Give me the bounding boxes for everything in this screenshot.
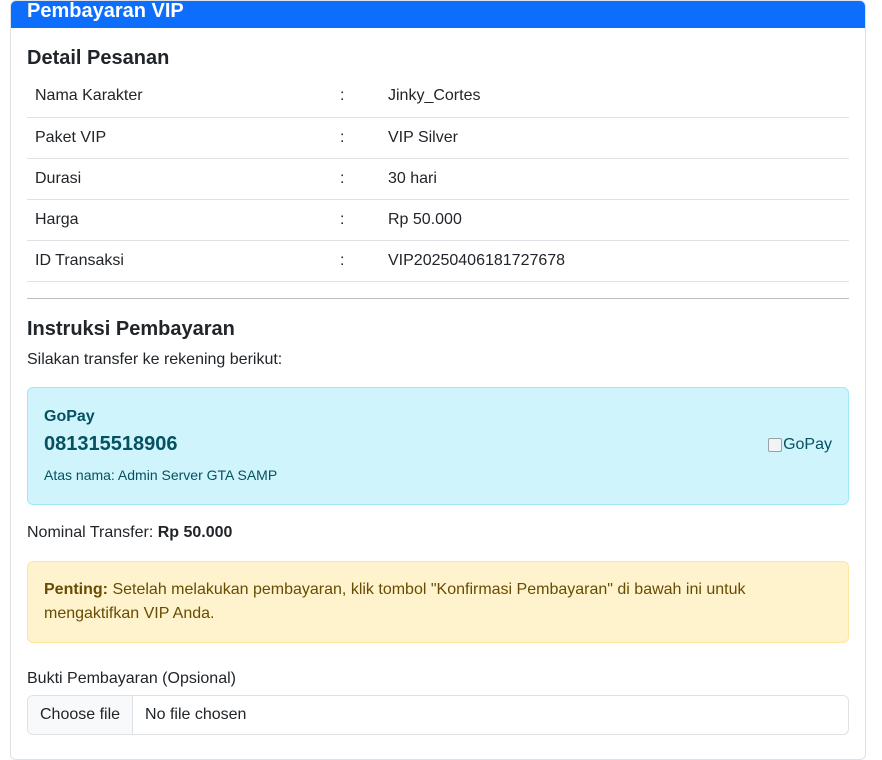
row-separator: : (332, 117, 380, 159)
payment-method-name: GoPay (44, 407, 95, 425)
table-row: Nama Karakter : Jinky_Cortes (27, 76, 849, 118)
row-label: Durasi (27, 158, 332, 200)
table-row: Durasi : 30 hari (27, 158, 849, 200)
table-row: Harga : Rp 50.000 (27, 199, 849, 241)
nominal-label: Nominal Transfer: (27, 523, 154, 541)
notice-strong: Penting: (44, 580, 108, 598)
payment-account-number: 081315518906 (44, 432, 178, 455)
row-value: VIP20250406181727678 (380, 240, 849, 282)
instructions-text: Silakan transfer ke rekening berikut: (27, 350, 283, 368)
row-label: Nama Karakter (27, 76, 332, 118)
order-detail-table: Nama Karakter : Jinky_Cortes Paket VIP :… (27, 76, 849, 282)
gopay-logo-alt: GoPay (783, 435, 832, 453)
payment-proof-file-input[interactable]: Choose file No file chosen (27, 694, 849, 735)
row-label: Harga (27, 199, 332, 241)
row-label: Paket VIP (27, 117, 332, 159)
row-separator: : (332, 199, 380, 241)
row-value: Jinky_Cortes (380, 76, 849, 118)
payment-card: Pembayaran VIP Detail Pesanan Nama Karak… (10, 0, 866, 760)
row-value: VIP Silver (380, 117, 849, 159)
row-label: ID Transaksi (27, 240, 332, 282)
upload-label: Bukti Pembayaran (Opsional) (27, 669, 236, 687)
nominal-transfer: Nominal Transfer: Rp 50.000 (27, 524, 849, 542)
card-body: Detail Pesanan Nama Karakter : Jinky_Cor… (11, 46, 865, 735)
table-row: ID Transaksi : VIP20250406181727678 (27, 240, 849, 282)
row-value: Rp 50.000 (380, 199, 849, 241)
payment-account-holder: Atas nama: Admin Server GTA SAMP (44, 466, 278, 483)
notice-text: Setelah melakukan pembayaran, klik tombo… (44, 580, 746, 622)
order-detail-heading: Detail Pesanan (27, 47, 170, 69)
gopay-logo: GoPay (768, 436, 832, 454)
divider (27, 297, 849, 299)
nominal-value: Rp 50.000 (157, 523, 233, 541)
broken-image-icon (768, 437, 783, 452)
instructions-heading: Instruksi Pembayaran (27, 317, 235, 340)
row-value: 30 hari (380, 158, 849, 200)
file-status: No file chosen (145, 705, 247, 723)
row-separator: : (332, 158, 380, 200)
choose-file-button[interactable]: Choose file (28, 695, 134, 734)
payment-method-box: GoPay 081315518906 Atas nama: Admin Serv… (27, 386, 849, 505)
page-title: Pembayaran VIP (11, 1, 865, 28)
row-separator: : (332, 240, 380, 282)
row-separator: : (332, 76, 380, 118)
table-row: Paket VIP : VIP Silver (27, 117, 849, 159)
important-notice: Penting: Setelah melakukan pembayaran, k… (27, 560, 849, 643)
